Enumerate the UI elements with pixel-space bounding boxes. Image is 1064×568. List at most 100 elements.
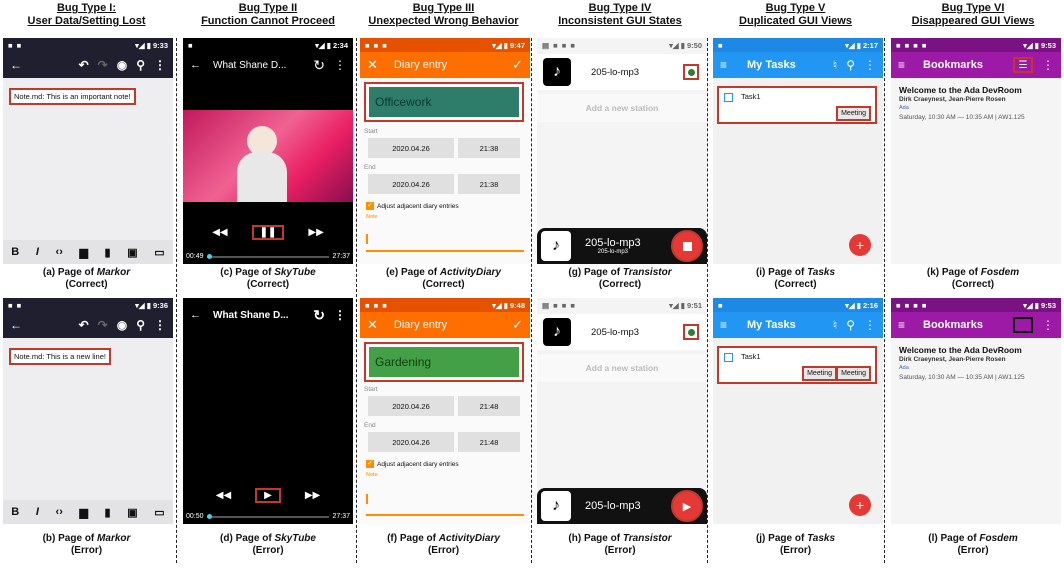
eye-icon[interactable]: ◉ [117,318,127,332]
task-checkbox[interactable] [724,353,733,362]
station-row[interactable]: ♪ 205-lo-mp3 [537,54,707,90]
status-bar: ■ ■ ■ ▾◢ ▮ 9:48 [360,298,530,312]
mic-icon[interactable]: ♮ [833,58,837,72]
tag-chip[interactable]: Meeting [802,366,837,381]
end-date[interactable]: 2020.04.26 [368,432,454,452]
search-icon[interactable]: ⚲ [136,58,145,72]
more-icon[interactable]: ⋮ [1042,58,1054,72]
delete-icon[interactable]: ▮ [105,246,111,259]
task-row[interactable]: Task1 Meeting Meeting [717,346,877,384]
add-station-button[interactable]: Add a new station [537,354,707,382]
check-icon[interactable]: ✓ [512,317,523,333]
play-button[interactable]: ▶ [671,490,703,522]
bold-icon[interactable]: B [11,506,19,518]
end-time[interactable]: 21:48 [458,432,520,452]
add-fab[interactable]: + [849,494,871,516]
activity-name[interactable]: Gardening [369,347,519,377]
note-text[interactable]: Note.md: This is a new line! [9,348,111,365]
close-icon[interactable]: ✕ [367,317,378,333]
undo-icon[interactable]: ↶ [79,58,89,72]
more-icon[interactable]: ⋮ [334,58,346,72]
redo-icon[interactable]: ↷ [98,58,108,72]
start-date[interactable]: 2020.04.26 [368,396,454,416]
back-arrow-icon[interactable]: ← [10,318,22,332]
menu-icon[interactable]: ≡ [720,318,727,332]
end-date[interactable]: 2020.04.26 [368,174,454,194]
refresh-icon[interactable]: ↻ [313,307,325,324]
caption: (i) Page of Tasks (Correct) [755,267,836,290]
task-row[interactable]: Task1 Meeting [717,86,877,124]
code-icon[interactable]: ‹› [56,246,63,258]
current-time: 00:49 [186,253,204,260]
start-date[interactable]: 2020.04.26 [368,138,454,158]
bold-icon[interactable]: B [11,246,19,258]
play-button[interactable]: ▶ [255,488,281,503]
eye-icon[interactable]: ◉ [117,58,127,72]
rewind-icon[interactable]: ◀◀ [212,227,227,238]
more-icon[interactable]: ⋮ [334,308,346,322]
event-item[interactable]: Welcome to the Ada DevRoom Dirk Craeynes… [899,86,1059,122]
menu-icon[interactable]: ≡ [720,58,727,72]
image-icon[interactable]: ▆ [79,506,87,519]
tag-chip-duplicate[interactable]: Meeting [836,366,871,381]
adjust-row[interactable]: ✓ Adjust adjacent diary entries [366,460,459,468]
end-time[interactable]: 21:38 [458,174,520,194]
tag-chip[interactable]: Meeting [836,106,871,121]
back-arrow-icon[interactable]: ← [10,58,22,72]
mic-icon[interactable]: ♮ [833,318,837,332]
table-icon[interactable]: ▭ [154,246,164,259]
italic-icon[interactable]: I [36,246,39,258]
add-fab[interactable]: + [849,234,871,256]
more-icon[interactable]: ⋮ [154,58,166,72]
refresh-icon[interactable]: ↻ [313,57,325,74]
rewind-icon[interactable]: ◀◀ [216,490,231,501]
event-item[interactable]: Welcome to the Ada DevRoom Dirk Craeynes… [899,346,1059,382]
calendar-icon[interactable]: ▣ [127,246,137,259]
close-icon[interactable]: ✕ [367,57,378,73]
start-time[interactable]: 21:48 [458,396,520,416]
adjust-row[interactable]: ✓ Adjust adjacent diary entries [366,202,459,210]
note-input[interactable] [366,514,524,516]
pause-button[interactable]: ❚❚ [251,225,285,240]
more-icon[interactable]: ⋮ [1042,318,1054,332]
task-checkbox[interactable] [724,93,733,102]
search-icon[interactable]: ⚲ [846,318,855,332]
check-icon[interactable]: ✓ [512,57,523,73]
seek-bar[interactable] [206,513,330,519]
note-input[interactable] [366,250,524,252]
more-icon[interactable]: ⋮ [864,318,876,332]
checkbox-icon[interactable]: ✓ [366,460,374,468]
transistor-correct-screen: ▤ ■ ■ ■ ▾◢ ▮ 9:50 ♪ 205-lo-mp3 Add a new … [537,38,707,264]
menu-icon[interactable]: ≡ [898,58,905,72]
back-arrow-icon[interactable]: ← [190,59,201,71]
stop-button[interactable] [671,230,703,262]
delete-icon[interactable]: ▮ [105,506,111,519]
note-text[interactable]: Note.md: This is an important note! [9,88,136,105]
undo-icon[interactable]: ↶ [79,318,89,332]
activity-name[interactable]: Officework [369,87,519,117]
event-speakers: Dirk Craeynest, Jean-Pierre Rosen [899,96,1006,103]
search-icon[interactable]: ⚲ [846,58,855,72]
back-arrow-icon[interactable]: ← [190,309,201,321]
fast-forward-icon[interactable]: ▶▶ [305,490,320,501]
table-icon[interactable]: ▭ [154,506,164,519]
calendar-icon[interactable]: ▣ [127,506,137,519]
start-time[interactable]: 21:38 [458,138,520,158]
add-station-button[interactable]: Add a new station [537,94,707,122]
bug-type-title: Bug Type IV Inconsistent GUI States [558,2,682,27]
station-row[interactable]: ♪ 205-lo-mp3 [537,314,707,350]
player-bar: ♪ 205-lo-mp3 205-lo-mp3 [537,228,707,264]
code-icon[interactable]: ‹› [56,506,63,518]
search-icon[interactable]: ⚲ [136,318,145,332]
fast-forward-icon[interactable]: ▶▶ [308,227,323,238]
more-icon[interactable]: ⋮ [154,318,166,332]
redo-icon[interactable]: ↷ [98,318,108,332]
filter-icon[interactable]: ☰ [1013,57,1033,73]
more-icon[interactable]: ⋮ [864,58,876,72]
menu-icon[interactable]: ≡ [898,318,905,332]
seek-bar[interactable] [206,253,330,259]
video-frame[interactable] [183,110,353,202]
checkbox-icon[interactable]: ✓ [366,202,374,210]
image-icon[interactable]: ▆ [79,246,87,259]
italic-icon[interactable]: I [36,506,39,518]
